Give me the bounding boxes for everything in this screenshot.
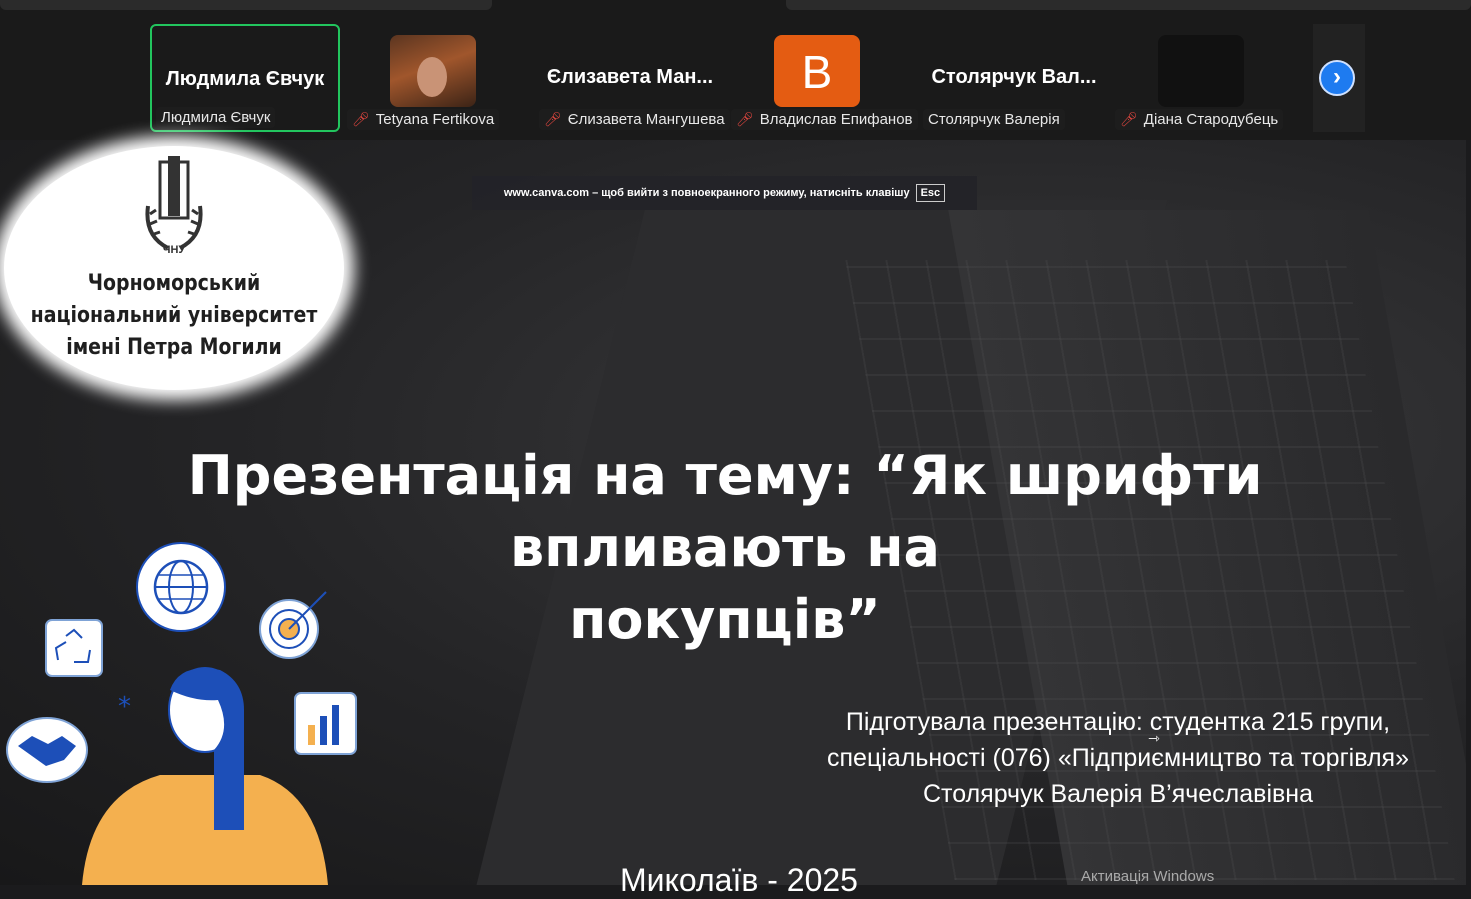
participant-name-label: 🎤︎ Єлизавета Мангушева (539, 109, 730, 130)
participant-name-label: Людмила Євчук (156, 107, 276, 128)
slide-city-year: Миколаїв - 2025 (620, 862, 858, 898)
windows-activation-watermark: Активація Windows (1081, 868, 1215, 885)
participant-tile-4[interactable]: B 🎤︎ Владислав Епифанов (727, 24, 918, 132)
mouse-cursor-icon: ⇾ (1148, 730, 1160, 746)
participant-strip: Людмила Євчук Людмила Євчук 🎤︎ Tetyana F… (0, 0, 1471, 140)
window-tab-right (786, 0, 1471, 10)
participant-initial-avatar: B (774, 35, 860, 107)
participant-tile-3[interactable]: Єлизавета Ман... 🎤︎ Єлизавета Мангушева (535, 24, 730, 132)
participant-tile-2[interactable]: 🎤︎ Tetyana Fertikova (343, 24, 533, 132)
participant-name-label: 🎤︎ Діана Стародубець (1115, 109, 1284, 130)
participant-photo (390, 35, 476, 107)
slide-author-info: Підготувала презентацію: студентка 215 г… (827, 708, 1409, 808)
chevron-right-icon[interactable]: › (1319, 60, 1355, 96)
globe-icon (136, 542, 226, 632)
window-tab-left (0, 0, 492, 10)
participant-display-name: Людмила Євчук (165, 68, 325, 90)
participant-name-label: Столярчук Валерія (923, 109, 1065, 130)
participant-display-name: Єлизавета Ман... (546, 66, 714, 88)
logo-abbreviation: ЧНУ (162, 244, 186, 256)
participant-tile-5[interactable]: Столярчук Вал... Столярчук Валерія (919, 24, 1109, 132)
sparkle-icon: * (118, 692, 131, 722)
handshake-icon (6, 717, 88, 783)
mic-muted-icon: 🎤︎ (352, 111, 370, 127)
next-participants-button[interactable]: › (1313, 24, 1365, 132)
target-icon (259, 591, 327, 659)
recycle-icon (45, 619, 103, 677)
mic-muted-icon: 🎤︎ (544, 111, 562, 127)
mic-muted-icon: 🎤︎ (1120, 111, 1138, 127)
participant-tile-1[interactable]: Людмила Євчук Людмила Євчук (150, 24, 340, 132)
esc-key-hint: Esc (915, 184, 946, 202)
fullscreen-exit-notice: www.canva.com – щоб вийти з повноекранно… (472, 176, 977, 210)
university-logo: ЧНУ Чорноморський національний університ… (4, 146, 344, 390)
mic-muted-icon: 🎤︎ (736, 111, 754, 127)
business-illustration: * (6, 542, 357, 885)
participant-name-label: 🎤︎ Владислав Епифанов (731, 109, 918, 130)
logo-text: Чорноморський національний університет і… (30, 271, 318, 360)
bar-chart-icon (294, 692, 357, 755)
participant-video-off (1158, 35, 1244, 107)
participant-name-label: 🎤︎ Tetyana Fertikova (347, 109, 500, 130)
participant-tile-6[interactable]: 🎤︎ Діана Стародубець (1111, 24, 1301, 132)
participant-display-name: Столярчук Вал... (931, 66, 1097, 88)
